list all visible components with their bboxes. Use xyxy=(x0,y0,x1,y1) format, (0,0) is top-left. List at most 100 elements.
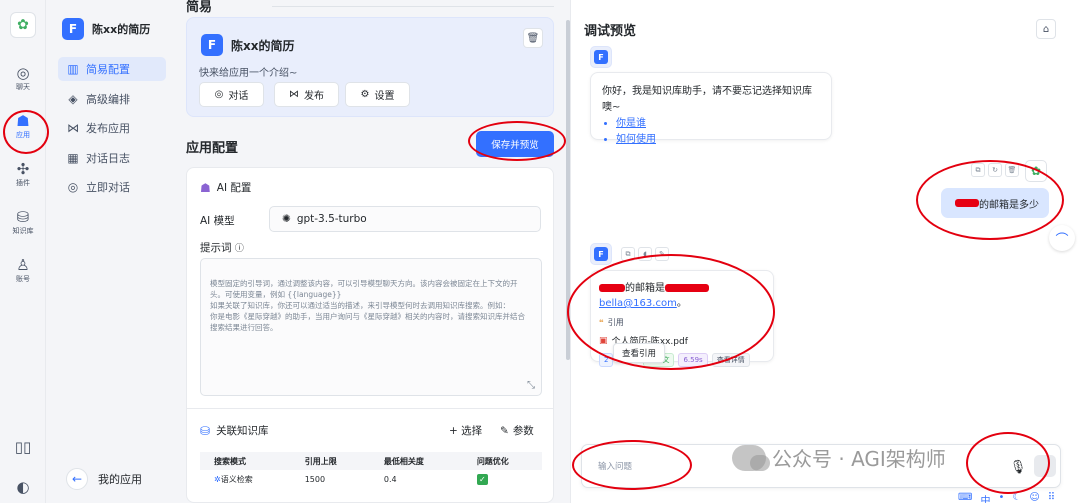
openai-icon: ✺ xyxy=(282,213,291,225)
settings-button[interactable]: ⚙ 设置 xyxy=(345,82,410,107)
kb-params-button[interactable]: ✎ 参数 xyxy=(500,423,534,438)
model-label: AI 模型 xyxy=(200,215,235,227)
user-message-text: 的邮箱是多少 xyxy=(979,199,1039,211)
answer-suffix: 。 xyxy=(676,298,687,309)
watermark-text: 公众号 · AGI架构师 xyxy=(772,447,946,471)
watermark: 公众号 · AGI架构师 xyxy=(732,443,946,472)
trash-icon[interactable]: 🗑 xyxy=(523,28,543,48)
robot-icon: ☗ xyxy=(200,180,211,195)
answer-email[interactable]: bella@163.com xyxy=(599,298,677,309)
table-header: 引用上限 xyxy=(290,452,370,470)
rail-item-apps[interactable]: ☗ 应用 xyxy=(2,106,44,146)
app-nav: F 陈xx的简历 ▥ 简易配置 ◈ 高级编排 ⋈ 发布应用 ▦ 对话日志 ◎ 立… xyxy=(46,0,174,503)
retry-icon[interactable]: ↻ xyxy=(988,163,1002,177)
nav-item-simple-config[interactable]: ▥ 简易配置 xyxy=(58,57,166,81)
welcome-link[interactable]: 如何使用 xyxy=(616,132,820,148)
ai-config-title: AI 配置 xyxy=(216,182,252,194)
nav-item-chat-now[interactable]: ◎ 立即对话 xyxy=(58,175,166,199)
table-header-row: 搜索模式 引用上限 最低相关度 问题优化 xyxy=(200,452,542,470)
kb-select-button[interactable]: + 选择 xyxy=(449,423,482,438)
microphone-icon[interactable]: 🎙 xyxy=(1008,457,1028,477)
dot-icon[interactable]: • xyxy=(998,492,1004,503)
rail-item-account[interactable]: ♙ 账号 xyxy=(2,250,44,290)
chat-icon: ◎ xyxy=(214,89,224,100)
app-name: 陈xx的简历 xyxy=(231,38,295,53)
welcome-link[interactable]: 你是谁 xyxy=(616,116,820,132)
prompt-label: 提示词 xyxy=(200,242,232,254)
rail-item-label: 知识库 xyxy=(12,226,34,235)
back-to-apps[interactable]: ← 我的应用 xyxy=(66,468,142,490)
section-title-cut: 简易 xyxy=(186,0,213,15)
app-intro: 快来给应用一个介绍~ xyxy=(199,68,298,79)
trash-icon[interactable]: 🗑 xyxy=(1005,163,1019,177)
welcome-bubble: 你好，我是知识库助手，请不要忘记选择知识库噢~ 你是谁 如何使用 xyxy=(590,72,832,145)
rail-item-label: 账号 xyxy=(16,274,30,283)
calendar-icon: ▦ xyxy=(67,151,79,165)
input-method-icon[interactable]: 中 xyxy=(980,492,990,503)
nav-item-logs[interactable]: ▦ 对话日志 xyxy=(58,146,166,170)
publish-button[interactable]: ⋈ 发布 xyxy=(274,82,339,107)
expand-icon[interactable]: ⤡ xyxy=(527,380,535,391)
nav-item-label: 发布应用 xyxy=(86,122,130,135)
semantic-icon: ✲ xyxy=(214,474,221,484)
send-button[interactable] xyxy=(1034,455,1056,477)
table-row: ✲语义检索 1500 0.4 ✓ xyxy=(200,470,542,488)
smile-icon[interactable]: ☺ xyxy=(1029,492,1039,503)
model-select[interactable]: ✺ gpt-3.5-turbo xyxy=(269,206,541,232)
nav-title: 陈xx的简历 xyxy=(92,23,151,36)
table-cell: ✲语义检索 xyxy=(200,470,291,488)
kb-select-label: + 选择 xyxy=(449,425,483,437)
edit-icon[interactable]: ✎ xyxy=(655,247,669,261)
ai-config-header: ☗ AI 配置 xyxy=(200,180,251,195)
table-header: 搜索模式 xyxy=(200,452,291,470)
nav-item-label: 高级编排 xyxy=(86,93,130,106)
table-cell: ✓ xyxy=(463,470,542,488)
limit-value: 1500 xyxy=(304,474,326,484)
user-avatar-logo[interactable]: ✿ xyxy=(10,12,36,38)
rail-item-knowledge[interactable]: ⛁ 知识库 xyxy=(2,202,44,242)
nav-item-advanced[interactable]: ◈ 高级编排 xyxy=(58,87,166,111)
quote-count-tag[interactable]: 2 xyxy=(599,353,614,367)
book-icon[interactable]: ▯▯ xyxy=(12,436,34,458)
welcome-text: 你好，我是知识库助手，请不要忘记选择知识库噢~ xyxy=(602,86,812,113)
edit-icon: ✎ xyxy=(500,424,509,437)
prompt-placeholder: 模型固定的引导词，通过调整该内容，可以引导模型聊天方向。该内容会被固定在上下文的… xyxy=(210,279,525,332)
user-icon: ♙ xyxy=(16,255,30,274)
citation-header: ❝ 引用 xyxy=(599,317,765,328)
copy-icon[interactable]: ⧉ xyxy=(621,247,635,261)
left-rail: ✿ ◎ 聊天 ☗ 应用 ✣ 插件 ⛁ 知识库 ♙ 账号 ▯▯ ◐ xyxy=(0,0,46,503)
editor-panel: 简易 F 陈xx的简历 🗑 快来给应用一个介绍~ ◎ 对话 ⋈ 发布 ⚙ 设置 … xyxy=(174,0,566,503)
welcome-links: 你是谁 如何使用 xyxy=(616,116,820,148)
prompt-textarea[interactable]: 模型固定的引导词，通过调整该内容，可以引导模型聊天方向。该内容会被固定在上下文的… xyxy=(200,258,542,396)
floating-assistant-icon[interactable]: ⌒ xyxy=(1049,225,1075,251)
rail-item-chat[interactable]: ◎ 聊天 xyxy=(2,58,44,98)
divider xyxy=(187,408,553,409)
clear-chat-icon[interactable]: ⌂ xyxy=(1036,19,1056,39)
kb-settings-table: 搜索模式 引用上限 最低相关度 问题优化 ✲语义检索 1500 0.4 ✓ xyxy=(200,452,542,488)
app-card-header: F 陈xx的简历 xyxy=(201,34,294,56)
speaker-icon[interactable]: ◖ xyxy=(638,247,652,261)
help-icon[interactable]: ⓘ xyxy=(235,244,244,254)
details-tag[interactable]: 查看详情 xyxy=(711,353,750,367)
chat-button[interactable]: ◎ 对话 xyxy=(199,82,264,107)
nav-header: F 陈xx的简历 xyxy=(62,18,150,40)
nav-item-publish[interactable]: ⋈ 发布应用 xyxy=(58,116,166,140)
grid-icon[interactable]: ⠿ xyxy=(1048,492,1055,503)
keyboard-icon[interactable]: ⌨ xyxy=(958,492,972,503)
answer-tools: ⧉ ◖ ✎ xyxy=(621,247,669,261)
moon-icon[interactable]: ☾ xyxy=(1012,492,1021,503)
button-label: 发布 xyxy=(304,91,324,102)
puzzle-icon: ✣ xyxy=(16,159,30,178)
github-icon[interactable]: ◐ xyxy=(12,476,34,498)
preview-panel: 调试预览 ⌂ F 你好，我是知识库助手，请不要忘记选择知识库噢~ 你是谁 如何使… xyxy=(570,0,1080,503)
button-label: 设置 xyxy=(374,91,395,102)
corner-toolbar: ⌨ 中 • ☾ ☺ ⠿ xyxy=(958,492,1055,503)
rail-item-plugins[interactable]: ✣ 插件 xyxy=(2,154,44,194)
search-mode-value: 语义检索 xyxy=(220,474,253,484)
similarity-value: 0.4 xyxy=(383,474,397,484)
copy-icon[interactable]: ⧉ xyxy=(971,163,985,177)
save-and-preview-button[interactable]: 保存并预览 xyxy=(476,131,554,157)
kb-title: 关联知识库 xyxy=(216,425,269,437)
redaction-mark xyxy=(599,284,625,292)
prompt-label-row: 提示词 ⓘ xyxy=(200,240,244,255)
